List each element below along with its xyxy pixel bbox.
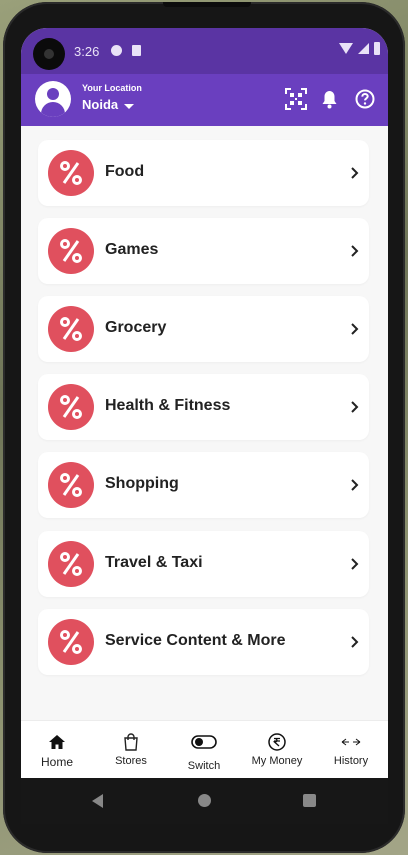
camera-icon bbox=[33, 38, 65, 70]
chevron-right-icon bbox=[351, 401, 359, 413]
system-nav-bar bbox=[21, 778, 388, 824]
home-icon bbox=[49, 735, 65, 749]
category-card-travel-taxi[interactable]: Travel & Taxi bbox=[38, 531, 369, 597]
app-screen: 3:26 Your Location Noida Food Games Groc… bbox=[21, 28, 388, 778]
notification-icon bbox=[111, 45, 122, 56]
category-card-games[interactable]: Games bbox=[38, 218, 369, 284]
nav-label: History bbox=[333, 755, 369, 767]
nav-item-my-money[interactable]: My Money bbox=[247, 721, 307, 778]
avatar[interactable] bbox=[35, 81, 71, 117]
chevron-right-icon bbox=[351, 636, 359, 648]
category-card-service-content[interactable]: Service Content & More bbox=[38, 609, 369, 675]
category-label: Grocery bbox=[105, 319, 167, 336]
sim-icon bbox=[132, 45, 141, 56]
wifi-icon bbox=[339, 43, 353, 54]
history-icon bbox=[341, 738, 361, 746]
category-label: Health & Fitness bbox=[105, 397, 231, 414]
discount-icon bbox=[48, 541, 94, 587]
status-bar: 3:26 bbox=[21, 28, 388, 74]
nav-label: Switch bbox=[187, 760, 221, 772]
category-card-health-fitness[interactable]: Health & Fitness bbox=[38, 374, 369, 440]
battery-icon bbox=[374, 42, 380, 55]
chevron-right-icon bbox=[351, 323, 359, 335]
nav-label: Home bbox=[40, 755, 73, 769]
discount-icon bbox=[48, 619, 94, 665]
toggle-icon bbox=[191, 735, 217, 749]
shopping-bag-icon bbox=[124, 733, 138, 751]
category-label: Travel & Taxi bbox=[105, 554, 203, 571]
category-list: Food Games Grocery Health & Fitness Shop… bbox=[21, 126, 388, 721]
chevron-right-icon bbox=[351, 558, 359, 570]
discount-icon bbox=[48, 306, 94, 352]
chevron-down-icon[interactable] bbox=[124, 104, 134, 109]
chevron-right-icon bbox=[351, 167, 359, 179]
category-label: Service Content & More bbox=[105, 632, 286, 649]
rupee-icon bbox=[268, 733, 286, 751]
bell-icon[interactable] bbox=[321, 90, 338, 109]
qr-scan-icon[interactable] bbox=[285, 88, 307, 110]
help-icon[interactable] bbox=[355, 89, 375, 109]
location-label: Your Location bbox=[82, 83, 142, 93]
chevron-right-icon bbox=[351, 479, 359, 491]
nav-label: Stores bbox=[115, 755, 147, 767]
chevron-right-icon bbox=[351, 245, 359, 257]
category-label: Games bbox=[105, 241, 159, 258]
category-card-food[interactable]: Food bbox=[38, 140, 369, 206]
nav-item-switch[interactable]: Switch bbox=[176, 721, 232, 778]
signal-icon bbox=[358, 43, 369, 54]
recents-icon[interactable] bbox=[303, 794, 316, 807]
nav-item-home[interactable]: Home bbox=[29, 721, 85, 778]
app-bar: Your Location Noida bbox=[21, 74, 388, 126]
nav-item-history[interactable]: History bbox=[323, 721, 379, 778]
location-selector[interactable]: Noida bbox=[82, 97, 118, 112]
bottom-nav: Home Stores Switch My Money History bbox=[21, 720, 388, 778]
discount-icon bbox=[48, 150, 94, 196]
discount-icon bbox=[48, 384, 94, 430]
back-icon[interactable] bbox=[92, 794, 103, 808]
nav-label: My Money bbox=[251, 755, 303, 767]
category-card-grocery[interactable]: Grocery bbox=[38, 296, 369, 362]
discount-icon bbox=[48, 462, 94, 508]
category-card-shopping[interactable]: Shopping bbox=[38, 452, 369, 518]
home-circle-icon[interactable] bbox=[198, 794, 211, 807]
category-label: Shopping bbox=[105, 475, 179, 492]
discount-icon bbox=[48, 228, 94, 274]
category-label: Food bbox=[105, 163, 145, 180]
nav-item-stores[interactable]: Stores bbox=[103, 721, 159, 778]
status-time: 3:26 bbox=[74, 44, 100, 59]
